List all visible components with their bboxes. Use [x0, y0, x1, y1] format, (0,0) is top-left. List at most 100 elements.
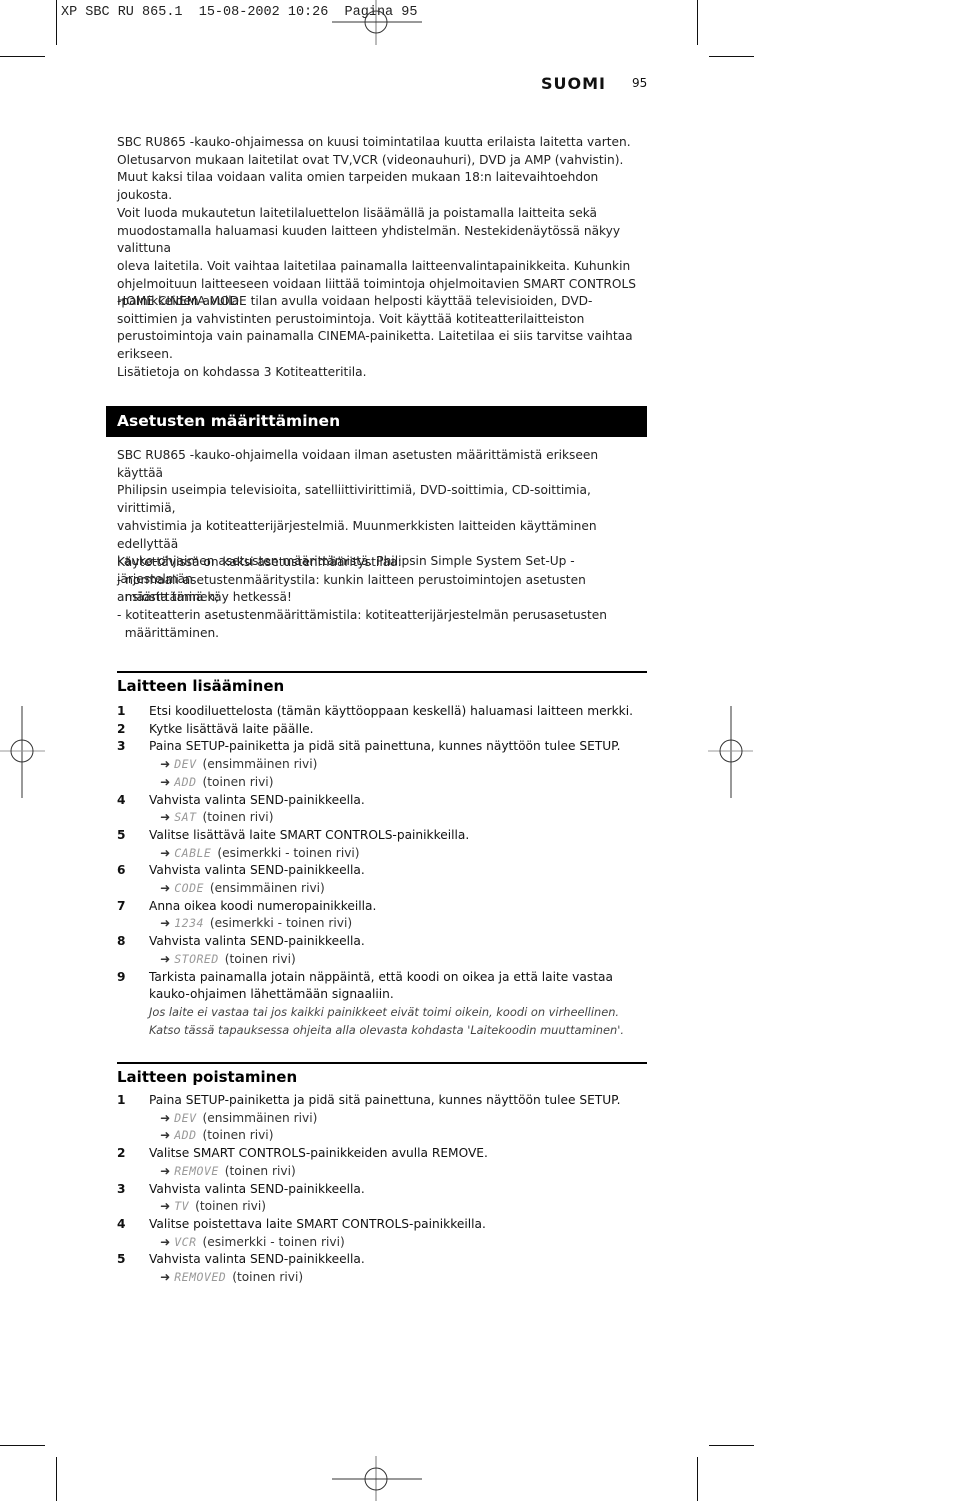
- text-line: vahvistimia ja kotiteatterijärjestelmiä.…: [117, 518, 597, 551]
- result-note: (toinen rivi): [202, 774, 274, 789]
- step-item: 3 Vahvista valinta SEND-painikkeella.: [117, 1181, 652, 1199]
- text-line: - normaali asetustenmääritystila: kunkin…: [117, 572, 586, 587]
- step-item: 8 Vahvista valinta SEND-painikkeella.: [117, 933, 652, 951]
- arrow-right-icon: ➜: [160, 845, 171, 860]
- result-note: (esimerkki - toinen rivi): [209, 916, 353, 931]
- step-result: ➜ DEV (ensimmäinen rivi): [117, 756, 652, 774]
- step-number: 5: [117, 827, 126, 842]
- lcd-display-text: REMOVE: [174, 1163, 219, 1178]
- step-item: 5 Valitse lisättävä laite SMART CONTROLS-…: [117, 827, 652, 845]
- step-item: 7 Anna oikea koodi numeropainikkeilla.: [117, 898, 652, 916]
- step-text: Valitse poistettava laite SMART CONTROLS…: [149, 1216, 486, 1231]
- step-number: 2: [117, 721, 126, 736]
- text-line: SBC RU865 -kauko-ohjaimessa on kuusi toi…: [117, 135, 631, 149]
- step-text: Vahvista valinta SEND-painikkeella.: [149, 792, 365, 807]
- step-item: 9 Tarkista painamalla jotain näppäintä, e…: [117, 969, 652, 1004]
- result-note: (toinen rivi): [232, 1270, 304, 1285]
- step-number: 4: [117, 1216, 126, 1231]
- step-text: Etsi koodiluettelosta (tämän käyttöoppaa…: [149, 704, 633, 718]
- step-number: 1: [117, 1093, 126, 1107]
- registration-mark-left: [0, 706, 45, 798]
- step-number: 4: [117, 792, 126, 807]
- lcd-display-text: DEV: [174, 1110, 197, 1125]
- text-line: Philipsin useimpia televisioita, satelli…: [117, 483, 591, 516]
- text-line: - kotiteatterin asetustenmäärittämistila…: [117, 608, 607, 623]
- step-item: 2 Valitse SMART CONTROLS-painikkeiden avu…: [117, 1145, 652, 1163]
- result-note: (toinen rivi): [202, 1128, 274, 1143]
- remove-device-steps: 1 Paina SETUP-painiketta ja pidä sitä pai…: [117, 1092, 652, 1287]
- step-item: 6 Vahvista valinta SEND-painikkeella.: [117, 862, 652, 880]
- step-result: ➜ ADD (toinen rivi): [117, 774, 652, 792]
- step-result: ➜ VCR (esimerkki - toinen rivi): [117, 1234, 652, 1252]
- result-note: (ensimmäinen rivi): [202, 1110, 318, 1125]
- step-result: ➜ 1234 (esimerkki - toinen rivi): [117, 915, 652, 933]
- step-text: Kytke lisättävä laite päälle.: [149, 721, 314, 736]
- crop-mark: [56, 0, 57, 45]
- arrow-right-icon: ➜: [160, 1110, 171, 1125]
- result-note: (toinen rivi): [202, 810, 274, 825]
- language-heading: SUOMI: [541, 74, 606, 93]
- lcd-display-text: REMOVED: [174, 1270, 227, 1285]
- step-item: 4 Valitse poistettava laite SMART CONTROL…: [117, 1216, 652, 1234]
- result-note: (esimerkki - toinen rivi): [202, 1234, 345, 1249]
- registration-mark-top: [332, 0, 422, 45]
- text-line: HOME CINEMA MODE tilan avulla voidaan he…: [117, 294, 593, 308]
- italic-note: Jos laite ei vastaa tai jos kaikki paini…: [149, 1004, 620, 1019]
- step-item: 1 Paina SETUP-painiketta ja pidä sitä pai…: [117, 1092, 652, 1110]
- crop-mark: [0, 1445, 45, 1446]
- step-text: Paina SETUP-painiketta ja pidä sitä pain…: [149, 739, 621, 754]
- step-item: 4 Vahvista valinta SEND-painikkeella.: [117, 792, 652, 810]
- intro-paragraph-1: SBC RU865 -kauko-ohjaimessa on kuusi toi…: [117, 134, 647, 311]
- step-number: 7: [117, 898, 126, 913]
- arrow-right-icon: ➜: [160, 951, 171, 966]
- text-line: erikseen.: [117, 347, 173, 362]
- add-device-steps: 1 Etsi koodiluettelosta (tämän käyttöoppa…: [117, 703, 652, 1039]
- step-item: 1 Etsi koodiluettelosta (tämän käyttöoppa…: [117, 703, 652, 721]
- arrow-right-icon: ➜: [160, 881, 171, 896]
- section-heading-remove-device: Laitteen poistaminen: [117, 1068, 298, 1086]
- step-text: Vahvista valinta SEND-painikkeella.: [149, 1252, 365, 1267]
- step-result: ➜ ADD (toinen rivi): [117, 1127, 652, 1145]
- setup-paragraph-2: Käytettävissä on kaksi asetustenmääritys…: [117, 554, 647, 643]
- step-text: Vahvista valinta SEND-painikkeella.: [149, 1181, 365, 1196]
- text-line: SBC RU865 -kauko-ohjaimella voidaan ilma…: [117, 448, 599, 480]
- step-number: 5: [117, 1252, 126, 1267]
- text-line: Muut kaksi tilaa voidaan valita omien ta…: [117, 170, 599, 203]
- italic-note: Katso tässä tapauksessa ohjeita alla ole…: [149, 1022, 624, 1037]
- text-line: Käytettävissä on kaksi asetustenmääritys…: [117, 555, 402, 569]
- text-line: Lisätietoja on kohdassa 3 Kotiteatteriti…: [117, 364, 367, 379]
- arrow-right-icon: ➜: [160, 1163, 171, 1178]
- step-result: ➜ DEV (ensimmäinen rivi): [117, 1110, 652, 1128]
- result-note: (toinen rivi): [224, 951, 296, 966]
- step-result: ➜ REMOVED (toinen rivi): [117, 1269, 652, 1287]
- step-item: 3 Paina SETUP-painiketta ja pidä sitä pai…: [117, 738, 652, 756]
- lcd-display-text: CODE: [174, 881, 204, 896]
- step-text: Vahvista valinta SEND-painikkeella.: [149, 863, 365, 878]
- crop-mark: [697, 0, 698, 45]
- crop-mark: [697, 1457, 698, 1501]
- result-note: (ensimmäinen rivi): [209, 881, 325, 896]
- text-line: perustoimintoja vain painamalla CINEMA-p…: [117, 329, 633, 344]
- result-note: (ensimmäinen rivi): [202, 757, 318, 772]
- step-text: Valitse SMART CONTROLS-painikkeiden avul…: [149, 1146, 488, 1161]
- registration-mark-right: [708, 706, 753, 798]
- text-line: soittimien ja vahvistinten perustoiminto…: [117, 311, 585, 326]
- result-note: (esimerkki - toinen rivi): [217, 845, 360, 860]
- registration-mark-bottom: [332, 1456, 422, 1501]
- text-line: muodostamalla haluamasi kuuden laitteen …: [117, 223, 621, 256]
- text-line: määrittäminen.: [117, 625, 220, 640]
- crop-mark: [0, 56, 45, 57]
- step-text: Paina SETUP-painiketta ja pidä sitä pain…: [149, 1093, 621, 1107]
- step-text: Vahvista valinta SEND-painikkeella.: [149, 934, 365, 949]
- crop-mark: [709, 56, 754, 57]
- step-number: 3: [117, 1181, 126, 1196]
- text-line: Oletusarvon mukaan laitetilat ovat TV,VC…: [117, 152, 624, 167]
- step-result: ➜ SAT (toinen rivi): [117, 809, 652, 827]
- step-result: ➜ STORED (toinen rivi): [117, 951, 652, 969]
- arrow-right-icon: ➜: [160, 1234, 171, 1249]
- intro-paragraph-2: HOME CINEMA MODE tilan avulla voidaan he…: [117, 293, 647, 382]
- step-text: Anna oikea koodi numeropainikkeilla.: [149, 898, 377, 913]
- lcd-display-text: TV: [174, 1199, 190, 1214]
- step-number: 6: [117, 863, 126, 878]
- step-number: 9: [117, 969, 126, 984]
